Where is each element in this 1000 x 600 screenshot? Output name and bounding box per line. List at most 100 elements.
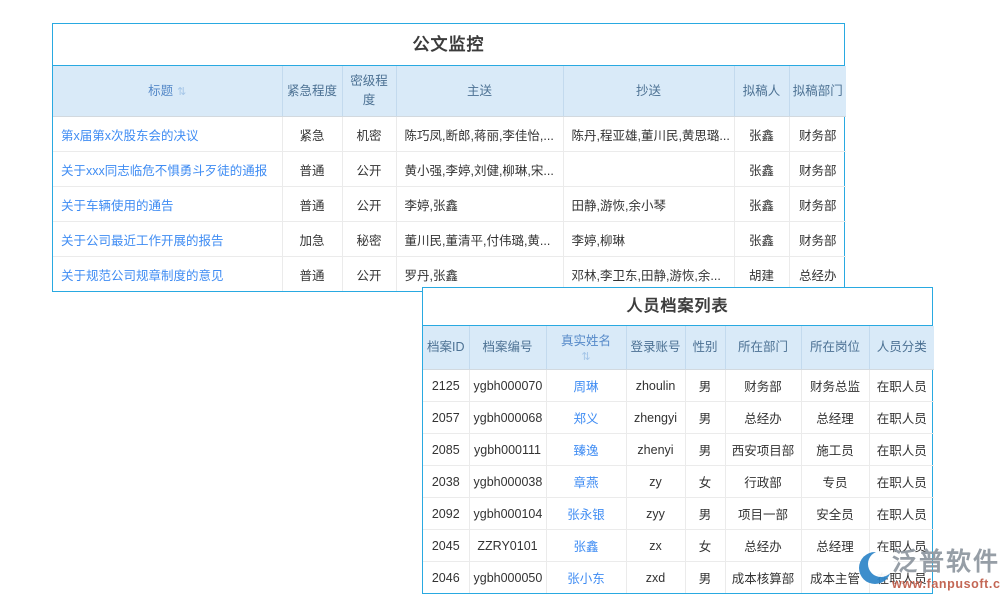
cell-real-name[interactable]: 张永银 <box>546 498 626 530</box>
cell-real-name[interactable]: 张鑫 <box>546 530 626 562</box>
col-header-category: 人员分类 <box>869 326 934 370</box>
cell-title[interactable]: 关于xxx同志临危不惧勇斗歹徒的通报 <box>53 152 282 187</box>
cell-main-send: 李婷,张鑫 <box>396 187 563 222</box>
cell-real-name[interactable]: 周琳 <box>546 370 626 402</box>
cell-title[interactable]: 第x届第x次股东会的决议 <box>53 117 282 152</box>
cell-archive-id: 2046 <box>423 562 469 594</box>
cell-security: 秘密 <box>342 222 396 257</box>
cell-archive-id: 2057 <box>423 402 469 434</box>
cell-urgency: 紧急 <box>282 117 342 152</box>
cell-gender: 男 <box>685 434 725 466</box>
cell-gender: 男 <box>685 562 725 594</box>
cell-position: 专员 <box>801 466 869 498</box>
cell-archive-no: ygbh000050 <box>469 562 546 594</box>
cell-department: 成本核算部 <box>725 562 801 594</box>
cell-archive-no: ZZRY0101 <box>469 530 546 562</box>
watermark-brand: 泛普软件 <box>892 547 1000 577</box>
cell-security: 机密 <box>342 117 396 152</box>
col-header-real-name[interactable]: 真实姓名⇅ <box>546 326 626 370</box>
cell-department: 总经办 <box>725 530 801 562</box>
cell-urgency: 普通 <box>282 187 342 222</box>
table-row: 关于公司最近工作开展的报告加急秘密董川民,董清平,付伟璐,黄...李婷,柳琳张鑫… <box>53 222 846 257</box>
table-row: 关于xxx同志临危不惧勇斗歹徒的通报普通公开黄小强,李婷,刘健,柳琳,宋...张… <box>53 152 846 187</box>
cell-urgency: 加急 <box>282 222 342 257</box>
cell-position: 安全员 <box>801 498 869 530</box>
cell-cc: 李婷,柳琳 <box>563 222 734 257</box>
cell-draft-dept: 财务部 <box>789 187 846 222</box>
col-label-archive-no: 档案编号 <box>482 340 532 354</box>
cell-login-account: zxd <box>626 562 685 594</box>
col-label-department: 所在部门 <box>738 340 788 354</box>
col-header-archive-no: 档案编号 <box>469 326 546 370</box>
col-label-gender: 性别 <box>692 340 717 354</box>
col-label-cc: 抄送 <box>636 84 661 98</box>
header-row: 标题⇅紧急程度密级程度主送抄送拟稿人拟稿部门 <box>53 66 846 117</box>
col-header-urgency: 紧急程度 <box>282 66 342 117</box>
cell-login-account: zhengyi <box>626 402 685 434</box>
col-label-urgency: 紧急程度 <box>287 84 337 98</box>
cell-real-name[interactable]: 章燕 <box>546 466 626 498</box>
cell-archive-no: ygbh000111 <box>469 434 546 466</box>
cell-title[interactable]: 关于规范公司规章制度的意见 <box>53 257 282 292</box>
cell-drafter: 张鑫 <box>734 152 789 187</box>
cell-real-name[interactable]: 臻逸 <box>546 434 626 466</box>
table-row: 关于车辆使用的通告普通公开李婷,张鑫田静,游恢,余小琴张鑫财务部 <box>53 187 846 222</box>
cell-cc: 陈丹,程亚雄,董川民,黄思璐... <box>563 117 734 152</box>
cell-security: 公开 <box>342 257 396 292</box>
cell-position: 总经理 <box>801 402 869 434</box>
sort-icon[interactable]: ⇅ <box>177 86 186 98</box>
cell-main-send: 董川民,董清平,付伟璐,黄... <box>396 222 563 257</box>
cell-drafter: 张鑫 <box>734 117 789 152</box>
col-header-security: 密级程度 <box>342 66 396 117</box>
cell-category: 在职人员 <box>869 498 934 530</box>
cell-archive-id: 2092 <box>423 498 469 530</box>
cell-category: 在职人员 <box>869 402 934 434</box>
cell-urgency: 普通 <box>282 152 342 187</box>
cell-gender: 女 <box>685 466 725 498</box>
cell-drafter: 张鑫 <box>734 187 789 222</box>
sort-icon[interactable]: ⇅ <box>550 352 623 363</box>
cell-drafter: 张鑫 <box>734 222 789 257</box>
col-header-position: 所在岗位 <box>801 326 869 370</box>
table-row: 关于规范公司规章制度的意见普通公开罗丹,张鑫邓林,李卫东,田静,游恢,余...胡… <box>53 257 846 292</box>
personnel-title: 人员档案列表 <box>423 288 932 326</box>
cell-cc: 邓林,李卫东,田静,游恢,余... <box>563 257 734 292</box>
cell-category: 在职人员 <box>869 434 934 466</box>
cell-department: 总经办 <box>725 402 801 434</box>
cell-department: 西安项目部 <box>725 434 801 466</box>
col-header-main-send: 主送 <box>396 66 563 117</box>
cell-category: 在职人员 <box>869 466 934 498</box>
col-label-login-account: 登录账号 <box>630 340 680 354</box>
cell-login-account: zy <box>626 466 685 498</box>
cell-login-account: zhoulin <box>626 370 685 402</box>
doc-monitor-table-body: 第x届第x次股东会的决议紧急机密陈巧凤,断郎,蒋丽,李佳怡,...陈丹,程亚雄,… <box>53 117 846 292</box>
cell-real-name[interactable]: 郑义 <box>546 402 626 434</box>
table-row: 第x届第x次股东会的决议紧急机密陈巧凤,断郎,蒋丽,李佳怡,...陈丹,程亚雄,… <box>53 117 846 152</box>
cell-archive-no: ygbh000038 <box>469 466 546 498</box>
col-header-archive-id: 档案ID <box>423 326 469 370</box>
cell-draft-dept: 总经办 <box>789 257 846 292</box>
cell-urgency: 普通 <box>282 257 342 292</box>
col-header-department: 所在部门 <box>725 326 801 370</box>
cell-login-account: zx <box>626 530 685 562</box>
table-row: 2038ygbh000038章燕zy女行政部专员在职人员 <box>423 466 934 498</box>
table-row: 2057ygbh000068郑义zhengyi男总经办总经理在职人员 <box>423 402 934 434</box>
header-row: 档案ID 档案编号真实姓名⇅ 登录账号性别 所在部门所在岗位人员分类 <box>423 326 934 370</box>
cell-main-send: 陈巧凤,断郎,蒋丽,李佳怡,... <box>396 117 563 152</box>
col-header-title[interactable]: 标题 ⇅ <box>53 66 282 117</box>
cell-archive-id: 2125 <box>423 370 469 402</box>
col-label-archive-id: 档案ID <box>427 340 465 354</box>
cell-draft-dept: 财务部 <box>789 152 846 187</box>
cell-gender: 男 <box>685 370 725 402</box>
cell-main-send: 黄小强,李婷,刘健,柳琳,宋... <box>396 152 563 187</box>
cell-real-name[interactable]: 张小东 <box>546 562 626 594</box>
col-label-security: 密级程度 <box>350 74 388 107</box>
cell-department: 项目一部 <box>725 498 801 530</box>
cell-security: 公开 <box>342 187 396 222</box>
col-header-login-account: 登录账号 <box>626 326 685 370</box>
col-label-title: 标题 <box>148 84 173 98</box>
cell-title[interactable]: 关于公司最近工作开展的报告 <box>53 222 282 257</box>
cell-gender: 男 <box>685 402 725 434</box>
cell-position: 施工员 <box>801 434 869 466</box>
cell-title[interactable]: 关于车辆使用的通告 <box>53 187 282 222</box>
